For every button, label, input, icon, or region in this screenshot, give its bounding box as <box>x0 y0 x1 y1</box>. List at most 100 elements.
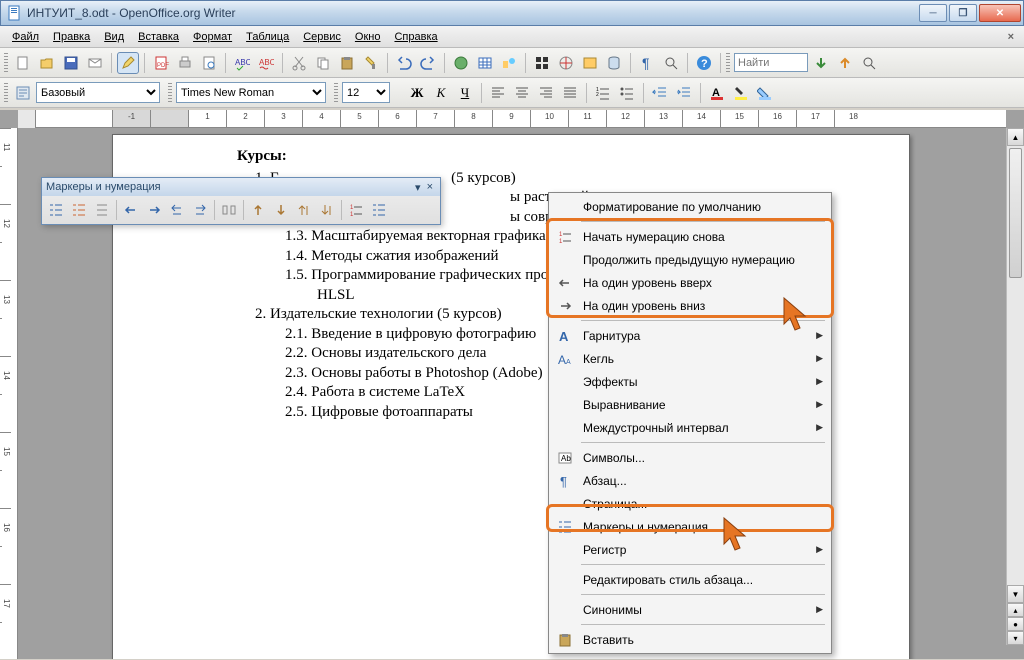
scroll-up-button[interactable]: ▲ <box>1007 128 1024 146</box>
nonprinting-button[interactable]: ¶ <box>636 52 658 74</box>
paragraph-style-combo[interactable]: Базовый <box>36 82 160 103</box>
align-left-button[interactable] <box>487 82 509 104</box>
arrow-left-button[interactable] <box>120 199 142 221</box>
arrow-right-button[interactable] <box>143 199 165 221</box>
menu-view[interactable]: Вид <box>98 29 130 45</box>
new-button[interactable] <box>12 52 34 74</box>
scroll-down-button[interactable]: ▼ <box>1007 585 1024 603</box>
quick-find-input[interactable] <box>734 53 808 72</box>
cm-edit-style[interactable]: Редактировать стиль абзаца... <box>551 568 829 591</box>
move-up-button[interactable] <box>247 199 269 221</box>
cm-default-formatting[interactable]: Форматирование по умолчанию <box>551 195 829 218</box>
move-up-sub-button[interactable] <box>293 199 315 221</box>
nav-button[interactable]: ● <box>1007 617 1024 631</box>
close-button[interactable]: ✕ <box>979 4 1021 22</box>
toolbar-grip-3[interactable] <box>4 83 8 103</box>
toolbar-grip-2[interactable] <box>726 53 730 73</box>
spellcheck-button[interactable]: ABC <box>231 52 253 74</box>
cm-line-spacing[interactable]: Междустрочный интервал▶ <box>551 416 829 439</box>
list-promote-button[interactable] <box>68 199 90 221</box>
increase-indent-button[interactable] <box>673 82 695 104</box>
font-name-combo[interactable]: Times New Roman <box>176 82 326 103</box>
font-color-button[interactable]: A <box>706 82 728 104</box>
move-down-sub-button[interactable] <box>316 199 338 221</box>
format-paintbrush-button[interactable] <box>360 52 382 74</box>
toolbar-grip-4[interactable] <box>168 83 172 103</box>
hyperlink-button[interactable] <box>450 52 472 74</box>
highlight-button[interactable] <box>730 82 752 104</box>
numbering-button[interactable]: 12 <box>592 82 614 104</box>
menu-format[interactable]: Формат <box>187 29 238 45</box>
list-demote-button[interactable] <box>45 199 67 221</box>
cm-font[interactable]: A Гарнитура▶ <box>551 324 829 347</box>
styles-button[interactable] <box>12 82 34 104</box>
float-toolbar-close[interactable]: × <box>424 181 436 193</box>
menu-insert[interactable]: Вставка <box>132 29 185 45</box>
bullets-numbering-toolbar[interactable]: Маркеры и нумерация ▾ × 11 <box>41 177 441 225</box>
menu-tools[interactable]: Сервис <box>297 29 347 45</box>
align-right-button[interactable] <box>535 82 557 104</box>
insert-unnumbered-button[interactable] <box>218 199 240 221</box>
scroll-thumb[interactable] <box>1009 148 1022 278</box>
cm-paste[interactable]: Вставить <box>551 628 829 651</box>
copy-button[interactable] <box>312 52 334 74</box>
show-draw-button[interactable] <box>498 52 520 74</box>
edit-button[interactable] <box>117 52 139 74</box>
cm-character[interactable]: Ab Символы... <box>551 446 829 469</box>
font-size-combo[interactable]: 12 <box>342 82 390 103</box>
gallery-button[interactable] <box>579 52 601 74</box>
cm-page[interactable]: Страница... <box>551 492 829 515</box>
toolbar-grip[interactable] <box>4 53 8 73</box>
sub-right-button[interactable] <box>189 199 211 221</box>
open-button[interactable] <box>36 52 58 74</box>
maximize-button[interactable]: ❐ <box>949 4 977 22</box>
cm-synonyms[interactable]: Синонимы▶ <box>551 598 829 621</box>
preview-button[interactable] <box>198 52 220 74</box>
find-next-button[interactable] <box>810 52 832 74</box>
decrease-indent-button[interactable] <box>649 82 671 104</box>
cm-paragraph[interactable]: ¶ Абзац... <box>551 469 829 492</box>
toolbar-grip-5[interactable] <box>334 83 338 103</box>
vertical-scrollbar[interactable]: ▲ ▼ ▴ ● ▾ <box>1006 128 1024 645</box>
cm-effects[interactable]: Эффекты▶ <box>551 370 829 393</box>
find-prev-button[interactable] <box>834 52 856 74</box>
cm-alignment[interactable]: Выравнивание▶ <box>551 393 829 416</box>
help-button[interactable]: ? <box>693 52 715 74</box>
find-button[interactable] <box>531 52 553 74</box>
table-button[interactable] <box>474 52 496 74</box>
zoom-button[interactable] <box>660 52 682 74</box>
underline-button[interactable]: Ч <box>454 82 476 104</box>
cut-button[interactable] <box>288 52 310 74</box>
move-down-button[interactable] <box>270 199 292 221</box>
menu-doc-close[interactable]: × <box>1004 31 1018 43</box>
next-page-button[interactable]: ▾ <box>1007 631 1024 645</box>
navigator-button[interactable] <box>555 52 577 74</box>
italic-button[interactable]: К <box>430 82 452 104</box>
bgcolor-button[interactable] <box>754 82 776 104</box>
paste-button[interactable] <box>336 52 358 74</box>
find-toolbar-options[interactable] <box>858 52 880 74</box>
cm-case[interactable]: Регистр▶ <box>551 538 829 561</box>
menu-file[interactable]: Файл <box>6 29 45 45</box>
cm-level-up[interactable]: На один уровень вверх <box>551 271 829 294</box>
restart-numbering-button[interactable]: 11 <box>345 199 367 221</box>
minimize-button[interactable]: ─ <box>919 4 947 22</box>
cm-level-down[interactable]: На один уровень вниз <box>551 294 829 317</box>
float-toolbar-title[interactable]: Маркеры и нумерация ▾ × <box>42 178 440 196</box>
cm-restart-numbering[interactable]: 11 Начать нумерацию снова <box>551 225 829 248</box>
menu-window[interactable]: Окно <box>349 29 387 45</box>
autospell-button[interactable]: ABC <box>255 52 277 74</box>
menu-edit[interactable]: Правка <box>47 29 96 45</box>
email-button[interactable] <box>84 52 106 74</box>
menu-help[interactable]: Справка <box>388 29 443 45</box>
bullets-button[interactable] <box>616 82 638 104</box>
print-button[interactable] <box>174 52 196 74</box>
align-center-button[interactable] <box>511 82 533 104</box>
undo-button[interactable] <box>393 52 415 74</box>
cm-continue-numbering[interactable]: Продолжить предыдущую нумерацию <box>551 248 829 271</box>
cm-bullets[interactable]: Маркеры и нумерация... <box>551 515 829 538</box>
cm-size[interactable]: AA Кегль▶ <box>551 347 829 370</box>
horizontal-ruler[interactable]: -1 1 2 3 4 5 6 7 8 9 10 11 12 13 14 15 1… <box>18 110 1006 128</box>
save-button[interactable] <box>60 52 82 74</box>
redo-button[interactable] <box>417 52 439 74</box>
